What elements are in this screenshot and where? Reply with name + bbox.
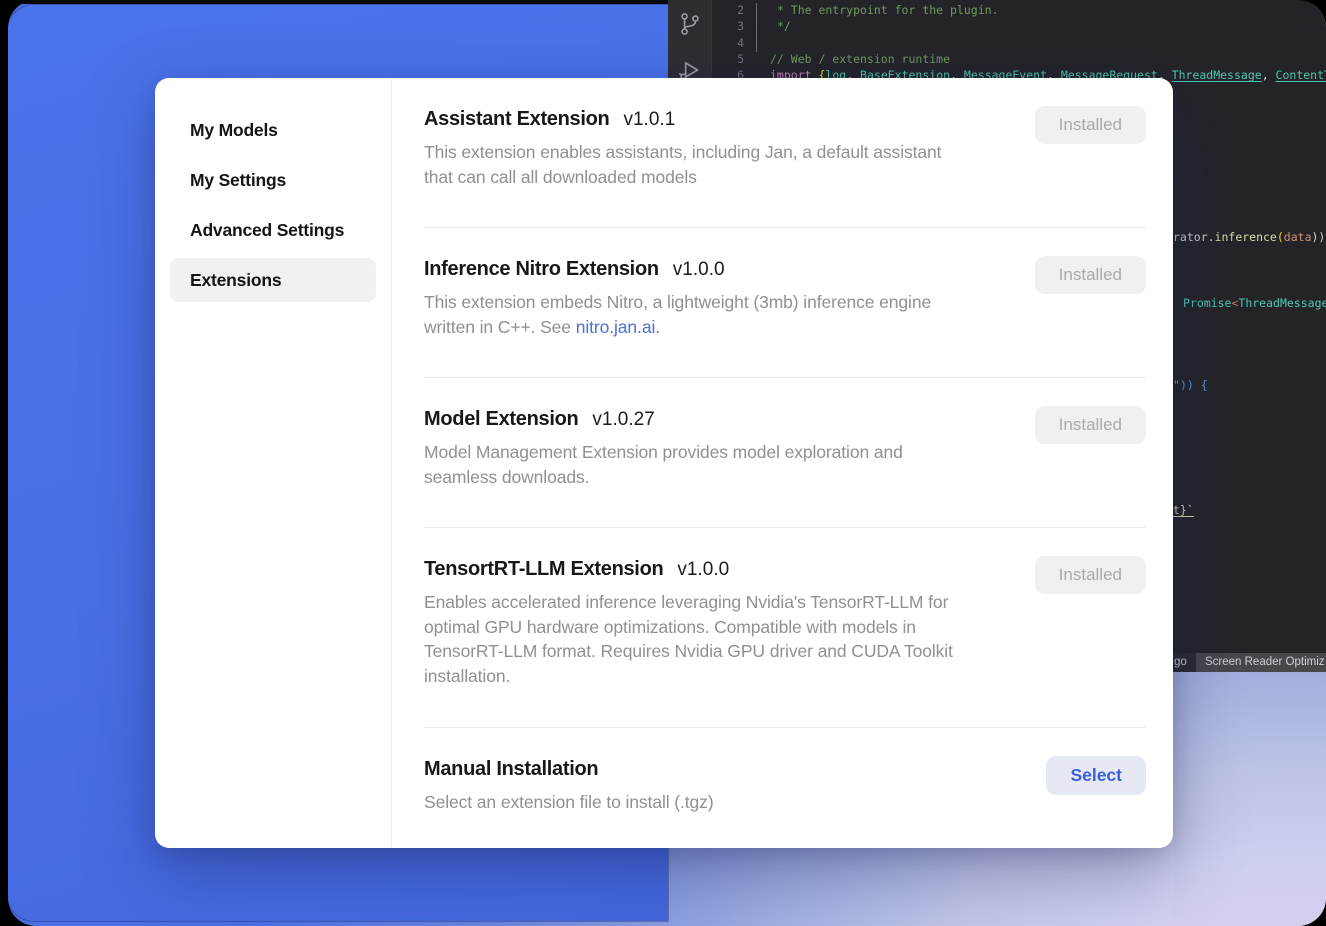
extension-version: v1.0.1: [623, 109, 675, 131]
installed-button[interactable]: Installed: [1035, 406, 1146, 444]
installed-button[interactable]: Installed: [1035, 106, 1146, 144]
code-line: * The entrypoint for the plugin.: [770, 2, 1326, 18]
code-line: [770, 35, 1326, 51]
sidebar-item-my-settings[interactable]: My Settings: [170, 158, 376, 202]
code-fragment: rator.inference(data));: [1173, 229, 1326, 245]
extension-name: Inference Nitro Extension: [424, 258, 659, 281]
extension-row-inference-nitro: Inference Nitro Extension v1.0.0 This ex…: [424, 228, 1146, 378]
sidebar-item-my-models[interactable]: My Models: [170, 108, 376, 152]
source-control-icon[interactable]: [677, 11, 703, 37]
code-fragment: t}`: [1173, 502, 1194, 518]
extension-version: v1.0.27: [592, 409, 654, 431]
manual-installation-description: Select an extension file to install (.tg…: [424, 790, 1024, 815]
sidebar-item-advanced-settings[interactable]: Advanced Settings: [170, 208, 376, 252]
extension-description: Enables accelerated inference leveraging…: [424, 590, 1024, 688]
extension-description: This extension embeds Nitro, a lightweig…: [424, 290, 1024, 339]
code-fragment: Promise<ThreadMessage>: [1183, 295, 1326, 311]
installed-button[interactable]: Installed: [1035, 556, 1146, 594]
manual-installation-row: Manual Installation Select an extension …: [424, 728, 1146, 848]
screen-reader-status-item[interactable]: Screen Reader Optimiz: [1196, 653, 1326, 672]
code-line: */: [770, 18, 1326, 34]
editor-cursor: [756, 3, 757, 52]
screen: 23456 * The entrypoint for the plugin. *…: [8, 0, 1326, 926]
code-line: // Web / extension runtime: [770, 51, 1326, 67]
extension-name: TensortRT-LLM Extension: [424, 558, 663, 581]
extension-description: This extension enables assistants, inclu…: [424, 140, 1024, 189]
editor-line-numbers: 23456: [712, 2, 744, 83]
description-text: This extension embeds Nitro, a lightweig…: [424, 292, 931, 337]
settings-sidebar: My Models My Settings Advanced Settings …: [155, 78, 392, 848]
extension-name: Model Extension: [424, 408, 578, 431]
manual-installation-title: Manual Installation: [424, 758, 598, 781]
nitro-jan-ai-link[interactable]: nitro.jan.ai.: [576, 317, 660, 337]
extensions-list: Assistant Extension v1.0.1 This extensio…: [393, 78, 1173, 848]
sidebar-item-extensions[interactable]: Extensions: [170, 258, 376, 302]
extension-version: v1.0.0: [677, 559, 729, 581]
extension-version: v1.0.0: [673, 259, 725, 281]
status-text: go: [1174, 653, 1187, 672]
editor-code[interactable]: * The entrypoint for the plugin. */ // We…: [770, 2, 1326, 83]
settings-modal: My Models My Settings Advanced Settings …: [155, 78, 1173, 848]
installed-button[interactable]: Installed: [1035, 256, 1146, 294]
extension-row-model: Model Extension v1.0.27 Model Management…: [424, 378, 1146, 528]
select-file-button[interactable]: Select: [1046, 756, 1146, 795]
extension-row-tensorrt-llm: TensortRT-LLM Extension v1.0.0 Enables a…: [424, 528, 1146, 728]
desktop-background-right: [1173, 672, 1326, 926]
extension-row-assistant: Assistant Extension v1.0.1 This extensio…: [424, 78, 1146, 228]
extension-description: Model Management Extension provides mode…: [424, 440, 1024, 489]
extension-name: Assistant Extension: [424, 108, 609, 131]
code-fragment: ")) {: [1173, 377, 1208, 393]
